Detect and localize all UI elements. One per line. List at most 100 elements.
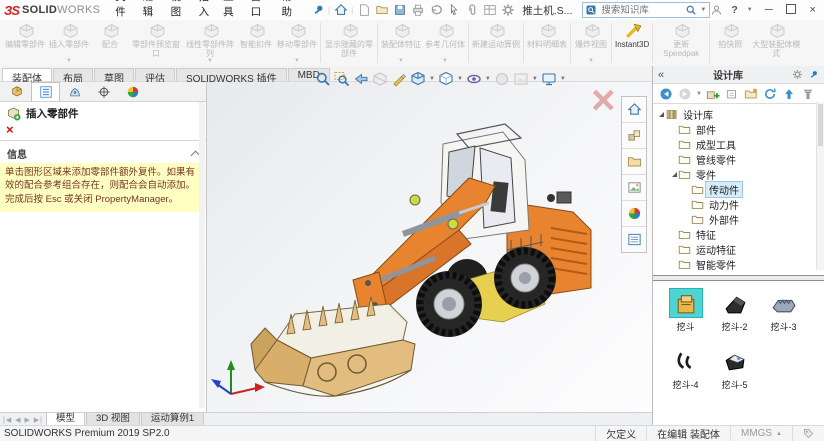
minimize-button[interactable]: ─ <box>762 4 776 16</box>
tree-item-设计库[interactable]: 设计库 <box>653 107 824 122</box>
tab-SOLIDWORKS 插件[interactable]: SOLIDWORKS 插件 <box>176 68 287 81</box>
zoom-to-fit-icon[interactable] <box>314 70 332 87</box>
ribbon-button-移动零部件[interactable]: 移动零部件▼ <box>275 20 319 66</box>
tree-item-成型工具[interactable]: 成型工具 <box>653 137 824 152</box>
ribbon-button-更新 Speedpak[interactable]: 更新 Speedpak <box>654 20 708 66</box>
ribbon-button-参考几何体[interactable]: 参考几何体▼ <box>423 20 467 66</box>
new-doc-icon[interactable] <box>355 2 372 18</box>
expand-triangle-icon[interactable] <box>670 169 678 180</box>
tree-item-零件[interactable]: 零件 <box>653 167 824 182</box>
tab-草图[interactable]: 草图 <box>94 68 134 81</box>
ribbon-button-爆炸视图[interactable]: 爆炸视图▼ <box>572 20 610 66</box>
view-palette-icon[interactable] <box>622 175 646 201</box>
ribbon-button-装配体特征[interactable]: 装配体特征▼ <box>379 20 423 66</box>
ribbon-button-配合[interactable]: 配合 <box>91 20 129 66</box>
save-icon[interactable] <box>391 2 408 18</box>
tree-item-特征[interactable]: 特征 <box>653 227 824 242</box>
create-new-folder-icon[interactable] <box>743 86 759 101</box>
dropdown-caret-icon[interactable]: ▼ <box>294 59 300 66</box>
dropdown-caret-icon[interactable]: ▼ <box>207 59 213 66</box>
restore-button[interactable] <box>784 4 798 17</box>
tab-布局[interactable]: 布局 <box>53 68 93 81</box>
ribbon-button-Instant3D[interactable]: Instant3D <box>613 20 651 66</box>
file-explorer-icon[interactable] <box>622 149 646 175</box>
search-caret-icon[interactable]: ▼ <box>700 7 706 13</box>
home-icon[interactable] <box>622 97 646 123</box>
options-gear-icon[interactable] <box>499 2 516 18</box>
add-to-library-icon[interactable] <box>705 86 721 101</box>
tree-item-注解[interactable]: 注解 <box>653 272 824 275</box>
up-one-level-icon[interactable] <box>781 86 797 101</box>
undo-icon[interactable] <box>427 2 444 18</box>
viewport-cancel-x[interactable]: × <box>591 82 616 124</box>
dropdown-caret-icon[interactable]: ▼ <box>560 76 566 82</box>
ribbon-button-编辑零部件[interactable]: 编辑零部件 <box>3 20 47 66</box>
scrollbar-thumb[interactable] <box>818 104 823 146</box>
pin-icon[interactable] <box>309 2 326 18</box>
ribbon-button-新建运动算例[interactable]: 新建运动算例 <box>470 20 522 66</box>
attach-icon[interactable] <box>463 2 480 18</box>
open-icon[interactable] <box>373 2 390 18</box>
select-icon[interactable] <box>445 2 462 18</box>
dimxpert-manager-tab[interactable] <box>89 82 118 101</box>
property-manager-tab[interactable] <box>31 82 60 101</box>
dropdown-caret-icon[interactable]: ▼ <box>485 76 491 82</box>
library-item-挖斗-3[interactable]: 挖斗-3 <box>759 289 808 333</box>
tab-装配体[interactable]: 装配体 <box>2 68 52 81</box>
dropdown-caret-icon[interactable]: ▼ <box>457 76 463 82</box>
tree-scrollbar[interactable] <box>816 102 824 270</box>
expand-triangle-icon[interactable] <box>657 109 665 120</box>
previous-view-icon[interactable] <box>352 70 370 87</box>
display-style-icon[interactable] <box>437 70 455 87</box>
pm-scrollbar[interactable] <box>199 102 205 408</box>
tree-item-智能零件[interactable]: 智能零件 <box>653 257 824 272</box>
tree-item-部件[interactable]: 部件 <box>653 122 824 137</box>
graphics-area[interactable]: × <box>207 82 652 412</box>
sketch-overlay-icon[interactable] <box>390 70 408 87</box>
tree-item-动力件[interactable]: 动力件 <box>653 197 824 212</box>
help-button[interactable]: ? <box>731 4 737 16</box>
gear-icon[interactable] <box>792 69 803 80</box>
library-item-挖斗[interactable]: 挖斗 <box>661 289 710 333</box>
view-orientation-icon[interactable] <box>409 70 427 87</box>
ribbon-button-显示隐藏的零部件[interactable]: 显示隐藏的零部件 <box>322 20 376 66</box>
ribbon-button-大型装配体模式[interactable]: 大型装配体模式 <box>749 20 803 66</box>
dropdown-caret-icon[interactable]: ▼ <box>588 59 594 66</box>
table-icon[interactable] <box>481 2 498 18</box>
library-item-挖斗-4[interactable]: 挖斗-4 <box>661 347 710 391</box>
hide-show-items-icon[interactable] <box>465 70 483 87</box>
view-settings-icon[interactable] <box>540 70 558 87</box>
user-icon[interactable] <box>710 4 723 17</box>
tab-nav-arrows[interactable]: |◀ ◀ ▶ ▶| <box>0 416 46 424</box>
search-input[interactable] <box>599 4 683 17</box>
dropdown-caret-icon[interactable]: ▼ <box>532 76 538 82</box>
library-item-挖斗-5[interactable]: 挖斗-5 <box>710 347 759 391</box>
tab-评估[interactable]: 评估 <box>135 68 175 81</box>
tree-item-管线零件[interactable]: 管线零件 <box>653 152 824 167</box>
wheel-loader-model[interactable] <box>207 82 652 412</box>
refresh-icon[interactable] <box>762 86 778 101</box>
design-library-icon[interactable] <box>622 123 646 149</box>
ribbon-button-零部件预览窗口[interactable]: 零部件预览窗口 <box>129 20 183 66</box>
print-icon[interactable] <box>409 2 426 18</box>
ribbon-button-插入零部件[interactable]: 插入零部件▼ <box>47 20 91 66</box>
add-file-location-icon[interactable] <box>724 86 740 101</box>
fastener-icon[interactable] <box>800 86 816 101</box>
ribbon-button-拍快照[interactable]: 拍快照 <box>711 20 749 66</box>
pin-icon[interactable] <box>808 69 819 80</box>
zoom-to-area-icon[interactable] <box>333 70 351 87</box>
search-box[interactable]: ▼ <box>582 2 710 18</box>
display-manager-tab[interactable] <box>118 82 147 101</box>
search-icon[interactable] <box>685 4 697 16</box>
back-icon[interactable] <box>658 86 674 101</box>
library-item-挖斗-2[interactable]: 挖斗-2 <box>710 289 759 333</box>
ribbon-button-线性零部件阵列[interactable]: 线性零部件阵列▼ <box>183 20 237 66</box>
ribbon-button-材料明细表[interactable]: 材料明细表 <box>525 20 569 66</box>
help-caret-icon[interactable]: ▼ <box>747 7 753 13</box>
close-button[interactable]: × <box>806 4 820 16</box>
tree-item-运动特征[interactable]: 运动特征 <box>653 242 824 257</box>
dropdown-caret-icon[interactable]: ▼ <box>429 76 435 82</box>
units-dropdown[interactable]: MMGS▲ <box>730 426 792 441</box>
ribbon-button-智能扣件[interactable]: 智能扣件 <box>237 20 275 66</box>
dropdown-caret-icon[interactable]: ▼ <box>442 59 448 66</box>
